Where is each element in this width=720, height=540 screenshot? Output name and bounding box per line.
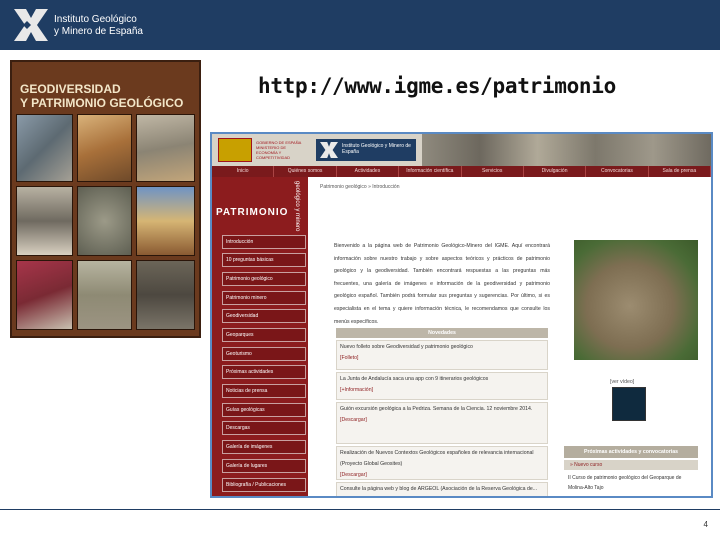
nav-item[interactable]: Divulgación: [524, 166, 587, 177]
news-item: Realización de Nuevos Contextos Geológic…: [336, 446, 548, 480]
nav-item[interactable]: Servicios: [462, 166, 524, 177]
header-photo-strip: [422, 134, 711, 166]
website-screenshot: GOBIERNO DE ESPAÑA MINISTERIO DE ECONOMÍ…: [210, 132, 713, 498]
news-link[interactable]: [+Información]: [340, 387, 373, 393]
news-link[interactable]: [Descargar]: [340, 417, 367, 423]
site-igme-logo[interactable]: Instituto Geológico y Minero de España: [316, 139, 416, 161]
news-item: Consulte la página web y blog de ARGEOL …: [336, 482, 548, 496]
sidebar-item[interactable]: Geoturismo: [222, 347, 306, 361]
sidebar-item[interactable]: Galería de lugares: [222, 459, 306, 473]
nav-item[interactable]: Inicio: [212, 166, 275, 177]
video-thumbnail[interactable]: [612, 387, 646, 421]
site-igme-text: Instituto Geológico y Minero de España: [342, 143, 411, 155]
book-photo: [136, 186, 195, 256]
book-photo: [136, 114, 195, 182]
sidebar-item[interactable]: Galería de imágenes: [222, 440, 306, 454]
news-text[interactable]: Guión excursión geológica a la Pedriza. …: [340, 404, 544, 415]
slide-header-band: Instituto Geológico y Minero de España: [0, 0, 720, 50]
sidebar-item-introduccion[interactable]: Introducción: [222, 235, 306, 249]
org-name-line1: Instituto Geológico: [54, 14, 137, 25]
book-photo: [77, 114, 132, 182]
sidebar-item[interactable]: Próximas actividades: [222, 365, 306, 379]
activities-text[interactable]: II Curso de patrimonio geológico del Geo…: [568, 473, 698, 493]
url-title: http://www.igme.es/patrimonio: [258, 74, 616, 98]
video-link[interactable]: [ver vídeo]: [610, 379, 634, 385]
news-text[interactable]: La Junta de Andalucía saca una app con 9…: [340, 374, 544, 385]
spain-government-logo: [218, 138, 252, 162]
book-photo: [16, 114, 73, 182]
sidebar-item[interactable]: Descargas: [222, 421, 306, 435]
sidebar-item[interactable]: Guías geológicas: [222, 403, 306, 417]
book-cover-image: GEODIVERSIDAD Y PATRIMONIO GEOLÓGICO: [10, 60, 201, 338]
site-sidebar: PATRIMONIO geológico y minero Introducci…: [212, 177, 308, 496]
book-photo: [16, 186, 73, 256]
nav-item[interactable]: Información científica: [399, 166, 462, 177]
igme-logo-icon: [14, 9, 48, 41]
book-title-line1: GEODIVERSIDAD: [20, 82, 121, 96]
sidebar-item[interactable]: Bibliografía / Publicaciones: [222, 478, 306, 492]
nav-item[interactable]: Actividades: [337, 166, 400, 177]
news-item: Nuevo folleto sobre Geodiversidad y patr…: [336, 340, 548, 370]
rock-photo: [574, 240, 698, 360]
book-photo: [136, 260, 195, 330]
sidebar-item[interactable]: 10 preguntas básicas: [222, 253, 306, 267]
sidebar-item[interactable]: Patrimonio minero: [222, 291, 306, 305]
org-name-line2: y Minero de España: [54, 26, 143, 37]
nav-item[interactable]: Quiénes somos: [274, 166, 337, 177]
breadcrumb: Patrimonio geológico » Introducción: [320, 184, 400, 190]
news-link[interactable]: [Descargar]: [340, 472, 367, 478]
news-item: La Junta de Andalucía saca una app con 9…: [336, 372, 548, 400]
sidebar-brand: PATRIMONIO: [216, 207, 289, 218]
activities-new-course[interactable]: » Nuevo curso: [564, 460, 698, 470]
activities-heading: Próximas actividades y convocatorias: [564, 446, 698, 458]
news-heading: Novedades: [336, 328, 548, 338]
book-photo: [16, 260, 73, 330]
page-number: 4: [703, 520, 708, 529]
gov-text: GOBIERNO DE ESPAÑA MINISTERIO DE ECONOMÍ…: [256, 140, 302, 160]
intro-paragraph: Bienvenido a la página web de Patrimonio…: [334, 243, 550, 325]
org-name: Instituto Geológico y Minero de España: [54, 14, 143, 38]
site-nav: Inicio Quiénes somos Actividades Informa…: [212, 166, 711, 177]
book-title: GEODIVERSIDAD Y PATRIMONIO GEOLÓGICO: [20, 82, 193, 110]
nav-item[interactable]: Convocatorias: [586, 166, 649, 177]
sidebar-item[interactable]: Patrimonio geológico: [222, 272, 306, 286]
book-photo: [77, 186, 132, 256]
news-text[interactable]: Nuevo folleto sobre Geodiversidad y patr…: [340, 342, 544, 353]
igme-mark-icon: [320, 142, 338, 158]
site-header: GOBIERNO DE ESPAÑA MINISTERIO DE ECONOMÍ…: [212, 134, 711, 166]
news-text[interactable]: Consulte la página web y blog de ARGEOL …: [340, 484, 544, 495]
book-photo: [77, 260, 132, 330]
sidebar-item[interactable]: Geoparques: [222, 328, 306, 342]
nav-item[interactable]: Sala de prensa: [649, 166, 711, 177]
sidebar-item[interactable]: Geodiversidad: [222, 309, 306, 323]
sidebar-item[interactable]: Noticias de prensa: [222, 384, 306, 398]
book-title-line2: Y PATRIMONIO GEOLÓGICO: [20, 96, 184, 110]
news-item: Guión excursión geológica a la Pedriza. …: [336, 402, 548, 444]
news-link[interactable]: [Folleto]: [340, 355, 358, 361]
sidebar-brand-vertical: geológico y minero: [294, 181, 300, 232]
news-text[interactable]: Realización de Nuevos Contextos Geológic…: [340, 448, 544, 470]
footer-divider: [0, 509, 720, 510]
